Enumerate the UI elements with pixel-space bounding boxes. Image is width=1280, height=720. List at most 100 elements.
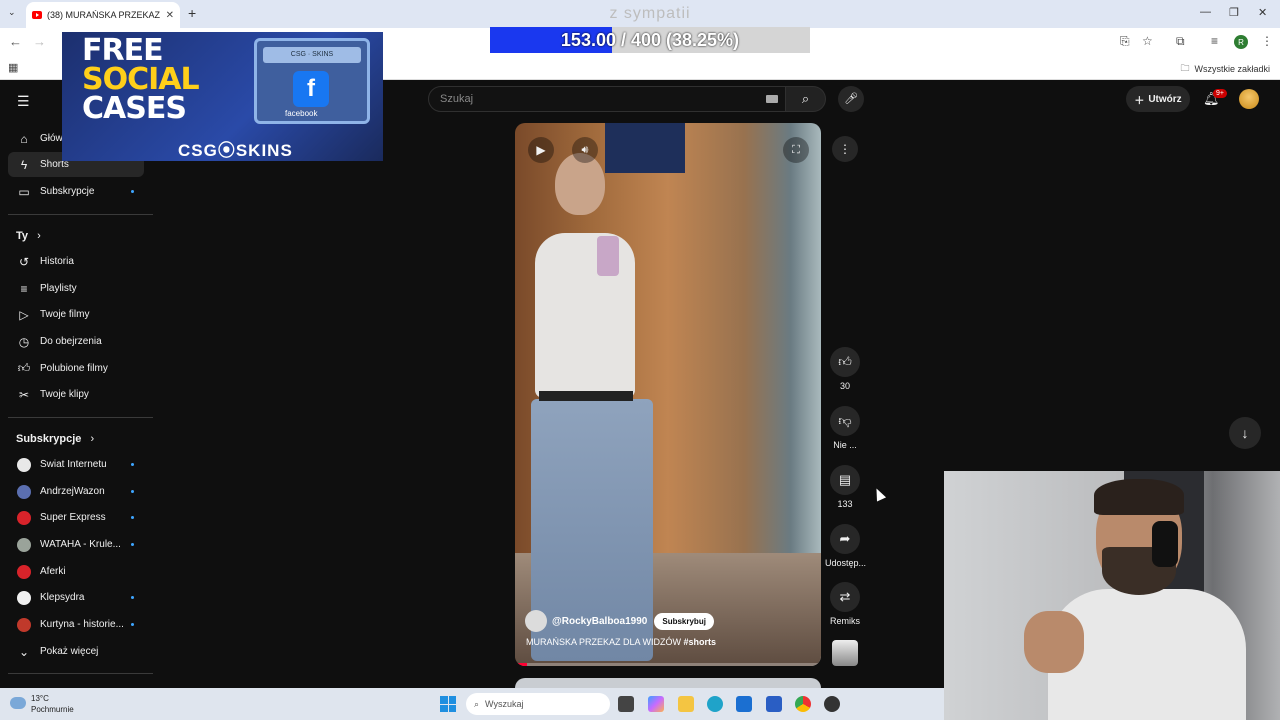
account-avatar[interactable] bbox=[1239, 89, 1259, 109]
channel-name: @RockyBalboa1990 bbox=[552, 615, 648, 627]
new-tab-icon[interactable]: + bbox=[188, 5, 196, 21]
create-label: Utwórz bbox=[1148, 93, 1182, 105]
store-icon[interactable] bbox=[766, 696, 782, 712]
comments-action[interactable]: ▤ 133 bbox=[825, 465, 865, 509]
outlook-icon[interactable] bbox=[736, 696, 752, 712]
sidebar-channel[interactable]: Świat Internetu bbox=[8, 452, 144, 477]
sidebar-you-header[interactable]: Ty › bbox=[16, 230, 41, 242]
task-view-icon[interactable] bbox=[618, 696, 634, 712]
extensions-icon[interactable]: ⧉ bbox=[1176, 34, 1185, 49]
more-options-button[interactable]: ⋮ bbox=[832, 136, 858, 162]
search-button[interactable]: ⌕ bbox=[786, 86, 826, 112]
short-video-player[interactable]: ▶ 🔊︎ ⛶ @RockyBalboa1990 Subskrybuj MURAŃ… bbox=[515, 123, 821, 666]
sidebar-channel[interactable]: Kurtyna - historie... bbox=[8, 612, 144, 637]
new-content-dot bbox=[131, 463, 134, 466]
new-content-dot bbox=[131, 596, 134, 599]
copilot-icon[interactable] bbox=[648, 696, 664, 712]
sidebar-channel[interactable]: WATAHA - Krule... bbox=[8, 532, 144, 557]
sidebar-channel[interactable]: AndrzejWazon bbox=[8, 479, 144, 504]
volume-icon: 🔊︎ bbox=[581, 144, 589, 156]
forward-icon[interactable]: → bbox=[33, 34, 46, 49]
voice-search-button[interactable]: 🎤︎ bbox=[838, 86, 864, 112]
home-icon: ⌂ bbox=[20, 131, 28, 146]
webcam-figure bbox=[1024, 611, 1084, 673]
new-content-dot bbox=[131, 623, 134, 626]
short-hashtag[interactable]: #shorts bbox=[684, 637, 717, 647]
sidebar-item-your-videos[interactable]: ▷ Twoje filmy bbox=[8, 302, 144, 327]
ad-brand: CSG⦿SKINS bbox=[178, 141, 293, 160]
sidebar-subscriptions-header[interactable]: Subskrypcje › bbox=[16, 433, 94, 445]
audio-thumbnail[interactable] bbox=[832, 640, 858, 666]
sidebar-item-watch-later[interactable]: ◷ Do obejrzenia bbox=[8, 329, 144, 354]
sidebar-item-clips[interactable]: ✂ Twoje klipy bbox=[8, 382, 144, 407]
like-action[interactable]: 👍︎ 30 bbox=[825, 347, 865, 391]
install-app-icon[interactable]: ⎘ bbox=[1120, 34, 1130, 49]
search-input[interactable]: Szukaj bbox=[428, 86, 786, 112]
thumbs-up-icon[interactable]: 👍︎ bbox=[830, 347, 860, 377]
app-icon[interactable] bbox=[824, 696, 840, 712]
chrome-icon[interactable] bbox=[795, 696, 811, 712]
short-channel[interactable]: @RockyBalboa1990 Subskrybuj bbox=[525, 610, 714, 632]
tab-close-icon[interactable]: ✕ bbox=[166, 10, 174, 21]
sidebar-channel[interactable]: Aferki bbox=[8, 559, 144, 584]
sidebar-item-history[interactable]: ↺ Historia bbox=[8, 249, 144, 274]
maximize-icon[interactable]: ❐ bbox=[1229, 6, 1239, 19]
sidebar-item-playlists[interactable]: ≡ Playlisty bbox=[8, 276, 144, 301]
new-content-dot bbox=[131, 490, 134, 493]
bookmark-star-icon[interactable]: ☆ bbox=[1142, 34, 1153, 48]
dislike-action[interactable]: 👎︎ Nie ... bbox=[825, 406, 865, 450]
sidebar-channel[interactable]: Super Express bbox=[8, 505, 144, 530]
apps-grid-icon[interactable]: ▦ bbox=[8, 61, 18, 74]
next-short-button[interactable]: ↓ bbox=[1229, 417, 1261, 449]
fullscreen-button[interactable]: ⛶ bbox=[783, 137, 809, 163]
play-button[interactable]: ▶ bbox=[528, 137, 554, 163]
video-frame-figure bbox=[539, 391, 633, 401]
minimize-icon[interactable]: — bbox=[1200, 6, 1211, 18]
volume-button[interactable]: 🔊︎ bbox=[572, 137, 598, 163]
window-close-icon[interactable]: ✕ bbox=[1258, 6, 1267, 19]
windows-start-icon[interactable] bbox=[440, 696, 456, 712]
ad-banner[interactable]: FREE SOCIAL CASES CSG · SKINS f facebook… bbox=[62, 32, 383, 161]
screen: ⌄ (38) MURAŃSKA PRZEKAZ DLA WIDZÓW #shor… bbox=[0, 0, 1280, 720]
back-icon[interactable]: ← bbox=[9, 34, 22, 49]
keyboard-icon[interactable] bbox=[766, 95, 778, 103]
weather-widget[interactable]: 13°C Pochmurnie bbox=[10, 693, 74, 715]
remix-action[interactable]: ⇄ Remiks bbox=[825, 582, 865, 626]
progress-fill bbox=[515, 663, 527, 666]
menu-icon[interactable]: ☰ bbox=[17, 93, 30, 110]
share-icon[interactable]: ➦ bbox=[830, 524, 860, 554]
chevron-down-icon: ⌄ bbox=[18, 644, 30, 659]
share-label: Udostęp... bbox=[825, 558, 867, 568]
sidebar-item-liked[interactable]: 👍︎ Polubione filmy bbox=[8, 356, 144, 381]
share-action[interactable]: ➦ Udostęp... bbox=[825, 524, 867, 568]
short-progress-bar[interactable] bbox=[515, 663, 821, 666]
browser-tab[interactable]: (38) MURAŃSKA PRZEKAZ DLA WIDZÓW #shorts… bbox=[26, 2, 180, 28]
next-short-preview[interactable] bbox=[515, 678, 821, 688]
sidebar-item-label: Do obejrzenia bbox=[40, 336, 102, 347]
overlay-header-text: z sympatii bbox=[609, 5, 691, 22]
profile-avatar[interactable]: R bbox=[1234, 35, 1248, 49]
comment-icon[interactable]: ▤ bbox=[830, 465, 860, 495]
file-explorer-icon[interactable] bbox=[678, 696, 694, 712]
short-title[interactable]: MURAŃSKA PRZEKAZ DLA WIDZÓW #shorts bbox=[526, 637, 716, 647]
remix-icon[interactable]: ⇄ bbox=[830, 582, 860, 612]
sidebar-item-label: Historia bbox=[40, 256, 74, 267]
taskbar-search[interactable]: ⌕ Wyszukaj bbox=[466, 693, 610, 715]
all-bookmarks-button[interactable]: 🗀 Wszystkie zakładki bbox=[1180, 61, 1270, 77]
subscribe-button[interactable]: Subskrybuj bbox=[654, 612, 714, 630]
tab-search-icon[interactable]: ⌄ bbox=[8, 7, 16, 18]
thumbs-down-icon[interactable]: 👎︎ bbox=[830, 406, 860, 436]
show-more-label: Pokaż więcej bbox=[40, 646, 99, 657]
shorts-icon: ϟ bbox=[20, 157, 28, 172]
channel-avatar bbox=[17, 564, 31, 579]
sidebar-channel[interactable]: Klepsydra bbox=[8, 585, 144, 610]
sidebar-item-subscriptions[interactable]: ▭ Subskrypcje bbox=[8, 179, 144, 204]
browser-menu-icon[interactable]: ⋮ bbox=[1261, 34, 1273, 48]
ad-case-image: CSG · SKINS f facebook bbox=[254, 38, 370, 124]
your-videos-icon: ▷ bbox=[19, 307, 29, 322]
create-button[interactable]: ＋ Utwórz bbox=[1126, 86, 1190, 112]
sidebar-show-more[interactable]: ⌄ Pokaż więcej bbox=[8, 639, 144, 664]
edge-icon[interactable] bbox=[707, 696, 723, 712]
media-control-icon[interactable]: ≡ bbox=[1211, 34, 1218, 48]
playlists-icon: ≡ bbox=[20, 281, 28, 296]
